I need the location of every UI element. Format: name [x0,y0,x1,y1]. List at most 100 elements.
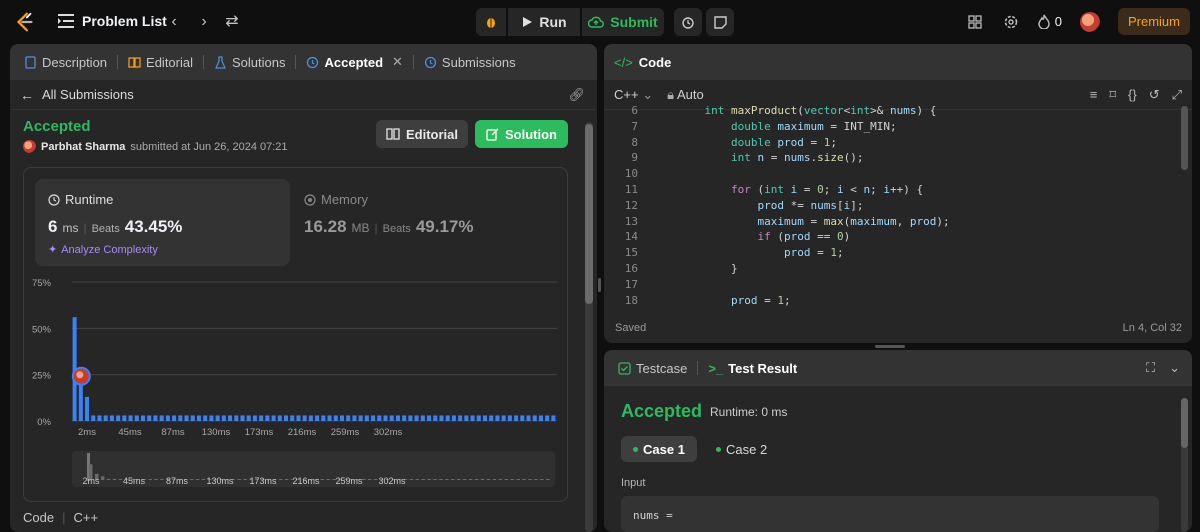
tab-description[interactable]: Description [20,55,111,70]
chart-bar [234,415,239,421]
left-scroll-thumb[interactable] [585,124,593,304]
notes-button[interactable] [706,8,734,36]
chart-bar [451,415,456,421]
tab-solutions[interactable]: Solutions [210,55,289,70]
left-scrollbar[interactable] [585,122,593,532]
chart-bar [246,415,251,421]
mini-bar [445,479,449,480]
mini-bar [540,479,544,480]
editorial-button[interactable]: Editorial [376,120,468,148]
collapse-icon[interactable]: ⌄ [1169,360,1180,376]
debug-button[interactable] [476,8,506,36]
format-icon[interactable]: ≡ [1090,87,1098,103]
runtime-beats-label: Beats [91,223,120,235]
settings-gear-icon[interactable] [1002,13,1020,31]
shuffle-icon[interactable]: ⇄ [222,12,242,32]
code-scrollbar[interactable] [1181,106,1188,170]
mini-x-tick-label: 130ms [206,476,234,486]
case-1-tab[interactable]: Case 1 [621,436,697,462]
tab-submissions[interactable]: Submissions [420,55,520,70]
chart-bar [196,415,201,421]
chart-bar [408,415,413,421]
memory-unit: MB [351,221,370,235]
mini-bar [528,479,532,480]
problem-list-button[interactable]: Problem List [58,13,167,29]
chart-bar [420,415,425,421]
runtime-card[interactable]: Runtime 6 ms | Beats 43.45% ✦ Analyze Co… [35,179,290,266]
link-icon[interactable]: 🔗︎ [568,87,585,103]
leetcode-logo-icon[interactable] [14,11,36,33]
streak-counter[interactable]: 0 [1038,14,1062,29]
chart-bar [128,415,133,421]
x-tick-label: 2ms [78,427,96,438]
tab-test-result[interactable]: >_ Test Result [704,361,801,376]
chart-bar [215,415,220,421]
chart-bar [221,415,226,421]
reset-icon[interactable]: ↺ [1149,87,1160,103]
layout-icon[interactable] [966,13,984,31]
mini-bar [462,479,467,480]
code-brackets-icon: </> [614,54,633,70]
user-avatar[interactable] [1079,11,1100,32]
analyze-complexity-link[interactable]: ✦ Analyze Complexity [48,243,158,257]
premium-button[interactable]: Premium [1117,8,1190,35]
vertical-resize-handle[interactable] [598,278,601,292]
expand-icon[interactable]: ⤢ [1172,87,1182,103]
tab-editorial[interactable]: Editorial [124,55,197,70]
chart-bar [339,415,344,421]
prev-problem-icon[interactable]: ‹ [164,12,184,32]
language-select[interactable]: C++ ⌄ [614,87,653,103]
mini-bar [243,479,247,480]
auto-mode[interactable]: 🔒︎ Auto [667,87,704,103]
chart-bar [327,415,332,421]
memory-card[interactable]: Memory 16.28 MB | Beats 49.17% [304,192,473,237]
all-submissions-link[interactable]: All Submissions [42,87,134,102]
mini-bar [457,479,461,480]
chart-bar [240,415,245,421]
tab-accepted[interactable]: Accepted ✕ [302,54,406,70]
line-number: 18 [624,293,638,307]
case-2-tab[interactable]: Case 2 [704,436,779,462]
tab-divider [697,361,699,375]
chart-bar [439,415,444,421]
list-icon [58,14,74,28]
play-icon [523,17,533,27]
run-button[interactable]: Run [508,8,580,36]
fullscreen-icon[interactable]: ⛶ [1146,360,1155,376]
runtime-value: 6 [48,217,58,236]
chart-bar [91,415,96,421]
chart-bar [109,415,114,421]
bookmark-icon[interactable]: ⌑ [1109,87,1116,103]
next-problem-icon[interactable]: › [194,12,214,32]
submitter-avatar [23,140,36,153]
test-scrollbar[interactable] [1181,398,1188,532]
tab-testcase[interactable]: Testcase [614,361,691,376]
x-tick-label: 87ms [161,427,184,438]
mini-bar [492,479,497,480]
braces-icon[interactable]: {} [1128,87,1137,103]
pass-dot-icon [633,446,638,452]
chart-range-slider[interactable]: 2ms 45ms 87ms 130ms 173ms 216ms 259ms 302ms [72,451,555,487]
language-value: C++ [614,86,639,102]
test-scroll-thumb[interactable] [1181,398,1188,448]
solution-button[interactable]: Solution [475,120,568,148]
submit-button[interactable]: Submit [582,8,664,36]
save-status: Saved [615,322,647,334]
line-number: 7 [631,119,638,133]
chart-bar [482,415,488,421]
horizontal-resize-handle[interactable] [875,345,905,348]
chart-bar [333,415,338,421]
chart-bar [489,415,494,421]
code-editor[interactable]: 6 int maxProduct(vector<int>& nums) { 7 … [604,103,1192,307]
code-text: int maxProduct(vector<int>& nums) { [704,104,937,117]
timer-button[interactable] [674,8,702,36]
tab-divider [203,55,204,69]
chart-bar [538,415,543,421]
history-icon [307,56,319,68]
chart-bar [159,415,164,421]
user-avatar-face [76,371,84,379]
close-tab-icon[interactable]: ✕ [392,54,403,70]
runtime-distribution-chart[interactable]: 75% 50% 25% 0% 2ms 45ms 87ms 130ms 173ms 216ms 259… [24,272,569,472]
back-arrow-icon[interactable]: ← [20,87,34,103]
submitter-name[interactable]: Parbhat Sharma [41,141,125,153]
